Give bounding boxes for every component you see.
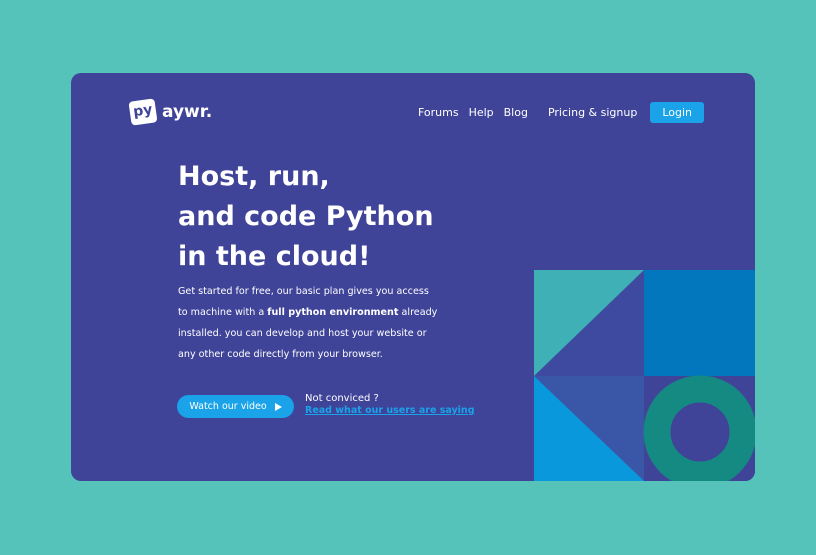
not-convinced-text: Not conviced ? — [305, 393, 379, 404]
read-reviews-link[interactable]: Read what our users are saying — [305, 405, 475, 416]
geometric-illustration — [534, 270, 755, 481]
page-title: Host, run, and code Python in the cloud! — [178, 157, 434, 277]
logo-text: aywr. — [162, 102, 213, 122]
nav-blog-link[interactable]: Blog — [504, 106, 528, 119]
hero-card: py aywr. Forums Help Blog Pricing & sign… — [71, 73, 755, 481]
hero-description: Get started for free, our basic plan giv… — [178, 281, 438, 365]
desc-highlight: full python environment — [267, 307, 399, 318]
play-icon — [274, 402, 282, 411]
nav-forums-link[interactable]: Forums — [418, 106, 459, 119]
watch-video-button[interactable]: Watch our video — [177, 395, 294, 418]
shape-blue-square — [644, 270, 755, 376]
headline-line-1: Host, run, — [178, 161, 330, 192]
logo-badge: py — [128, 98, 158, 126]
watch-video-label: Watch our video — [189, 401, 267, 412]
top-nav: Forums Help Blog Pricing & signup Login — [418, 102, 704, 123]
nav-pricing-link[interactable]: Pricing & signup — [548, 106, 637, 119]
headline-line-2: and code Python — [178, 201, 434, 232]
nav-help-link[interactable]: Help — [469, 106, 494, 119]
headline-line-3: in the cloud! — [178, 241, 371, 272]
login-button[interactable]: Login — [650, 102, 704, 123]
logo[interactable]: py aywr. — [128, 98, 213, 126]
